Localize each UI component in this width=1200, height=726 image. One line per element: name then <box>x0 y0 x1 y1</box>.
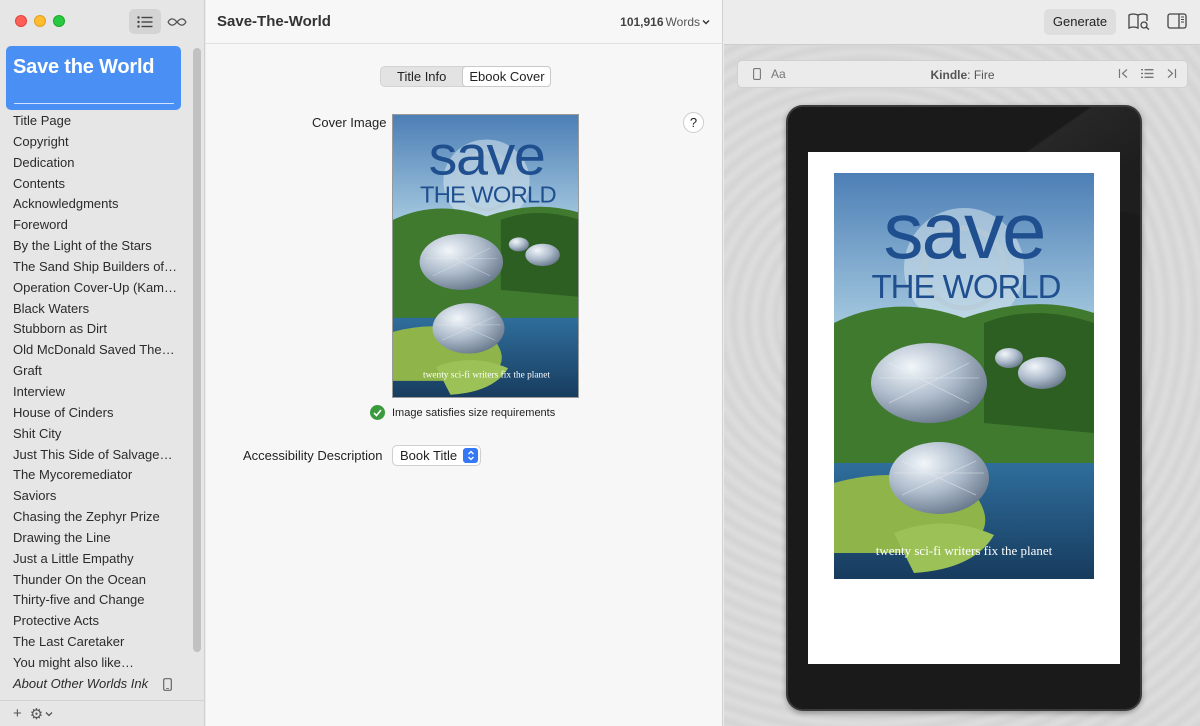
tab-title-info[interactable]: Title Info <box>381 67 462 86</box>
editor-panel: Save-The-World 101,916 Words Title Info … <box>206 0 723 726</box>
sidebar: Save the World Title Page Copyright Dedi… <box>0 0 205 726</box>
contents-view-button[interactable] <box>129 9 161 34</box>
chapter-item[interactable]: Just This Side of Salvage… <box>0 445 186 466</box>
preview-tagline: twenty sci-fi writers fix the planet <box>876 543 1053 558</box>
gear-icon: ⚙ <box>29 705 44 723</box>
chapter-item[interactable]: The Last Caretaker <box>0 632 186 653</box>
accessibility-value: Book Title <box>400 448 458 463</box>
preview-cover-image: save THE WORLD twenty sci-fi writers fix… <box>834 173 1094 579</box>
chapter-item[interactable]: The Mycoremediator <box>0 465 186 486</box>
chapter-item[interactable]: Stubborn as Dirt <box>0 319 186 340</box>
chapter-item[interactable]: You might also like… <box>0 653 186 674</box>
chapter-item[interactable]: Title Page <box>0 111 186 132</box>
chapter-list: Title Page Copyright Dedication Contents… <box>0 111 190 695</box>
document-title: Save-The-World <box>217 13 331 30</box>
cover-tagline: twenty sci-fi writers fix the planet <box>423 369 550 379</box>
word-count-value: 101,916 <box>620 15 664 29</box>
first-page-icon[interactable] <box>1118 68 1129 79</box>
preview-area: Aa Kindle: Fire save THE WORLD twenty sc… <box>724 46 1200 726</box>
chapter-item[interactable]: By the Light of the Stars <box>0 236 186 257</box>
book-preview-button[interactable] <box>1128 12 1150 35</box>
help-button[interactable]: ? <box>683 112 704 133</box>
cover-tabs: Title Info Ebook Cover <box>380 66 551 87</box>
kindle-fire-device: save THE WORLD twenty sci-fi writers fix… <box>786 105 1142 711</box>
cover-image-label: Cover Image <box>312 115 387 130</box>
zoom-window-button[interactable] <box>53 15 65 27</box>
tab-ebook-cover[interactable]: Ebook Cover <box>462 66 551 87</box>
toc-icon[interactable] <box>1141 68 1154 79</box>
book-search-icon <box>1128 13 1150 31</box>
chapter-item[interactable]: Saviors <box>0 486 186 507</box>
page-navigation <box>1118 68 1177 79</box>
chapter-item[interactable]: Operation Cover-Up (Kam… <box>0 278 186 299</box>
close-window-button[interactable] <box>15 15 27 27</box>
link-icon <box>167 17 187 26</box>
chapter-item[interactable]: The Sand Ship Builders of… <box>0 257 186 278</box>
device-toolbar: Aa Kindle: Fire <box>737 60 1188 88</box>
chapter-item[interactable]: Thirty-five and Change <box>0 590 186 611</box>
device-brand: Kindle <box>930 68 968 82</box>
chapter-item[interactable]: House of Cinders <box>0 403 186 424</box>
sidebar-footer: + ⚙ <box>0 700 205 726</box>
size-status: Image satisfies size requirements <box>370 405 555 420</box>
chapter-item[interactable]: Dedication <box>0 153 186 174</box>
chapter-item[interactable]: Shit City <box>0 424 186 445</box>
preview-panel: Generate Aa Kindle: Fire save THE WORLD … <box>724 0 1200 726</box>
checkmark-icon <box>370 405 385 420</box>
accessibility-label: Accessibility Description <box>243 448 383 463</box>
links-view-button[interactable] <box>161 9 193 34</box>
chapter-item[interactable]: Chasing the Zephyr Prize <box>0 507 186 528</box>
sidebar-scrollbar[interactable] <box>193 48 201 652</box>
accessibility-select[interactable]: Book Title <box>392 445 481 466</box>
toggle-preview-button[interactable] <box>1167 13 1187 34</box>
minimize-window-button[interactable] <box>34 15 46 27</box>
cover-title-top: save <box>429 125 545 187</box>
book-title: Save the World <box>13 56 155 78</box>
chapter-item[interactable]: Interview <box>0 382 186 403</box>
word-count-menu[interactable]: 101,916 Words <box>620 15 710 29</box>
preview-cover: save THE WORLD twenty sci-fi writers fix… <box>834 173 1094 579</box>
chapter-item[interactable]: Just a Little Empathy <box>0 549 186 570</box>
chapter-item[interactable]: Acknowledgments <box>0 194 186 215</box>
gear-menu-button[interactable]: ⚙ <box>30 705 53 723</box>
device-screen: save THE WORLD twenty sci-fi writers fix… <box>808 152 1120 664</box>
cover-image-well[interactable]: save THE WORLD twenty sci-fi writers fix… <box>392 114 579 398</box>
chapter-item[interactable]: Black Waters <box>0 299 186 320</box>
window-controls <box>15 15 65 27</box>
device-model: : Fire <box>967 68 995 82</box>
chapter-item[interactable]: Thunder On the Ocean <box>0 570 186 591</box>
chapter-item[interactable]: Graft <box>0 361 186 382</box>
chapter-item[interactable]: Old McDonald Saved The… <box>0 340 186 361</box>
chapter-item-about[interactable]: About Other Worlds Ink <box>0 674 186 695</box>
chapter-item[interactable]: Copyright <box>0 132 186 153</box>
last-page-icon[interactable] <box>1166 68 1177 79</box>
chapter-item[interactable]: Contents <box>0 174 186 195</box>
generate-button[interactable]: Generate <box>1044 9 1116 35</box>
book-title-item[interactable]: Save the World <box>6 46 181 110</box>
device-only-icon <box>163 677 172 691</box>
cover-title-bottom: THE WORLD <box>420 182 556 208</box>
chevron-down-icon <box>45 711 53 716</box>
chevron-down-icon <box>702 20 710 25</box>
preview-header: Generate <box>724 0 1200 45</box>
add-chapter-button[interactable]: + <box>13 705 22 722</box>
stepper-icon <box>463 448 478 463</box>
word-count-unit: Words <box>665 15 700 29</box>
chapter-item[interactable]: Protective Acts <box>0 611 186 632</box>
preview-title-top: save <box>884 186 1045 275</box>
size-status-text: Image satisfies size requirements <box>392 406 556 419</box>
title-divider <box>14 103 174 104</box>
cover-image: save THE WORLD twenty sci-fi writers fix… <box>393 115 578 397</box>
editor-header: Save-The-World 101,916 Words <box>206 0 722 44</box>
sidebar-right-icon <box>1167 13 1187 29</box>
list-icon <box>137 15 153 28</box>
preview-title-bottom: THE WORLD <box>872 268 1061 305</box>
chapter-item[interactable]: Foreword <box>0 215 186 236</box>
chapter-label: About Other Worlds Ink <box>13 675 149 691</box>
chapter-item[interactable]: Drawing the Line <box>0 528 186 549</box>
